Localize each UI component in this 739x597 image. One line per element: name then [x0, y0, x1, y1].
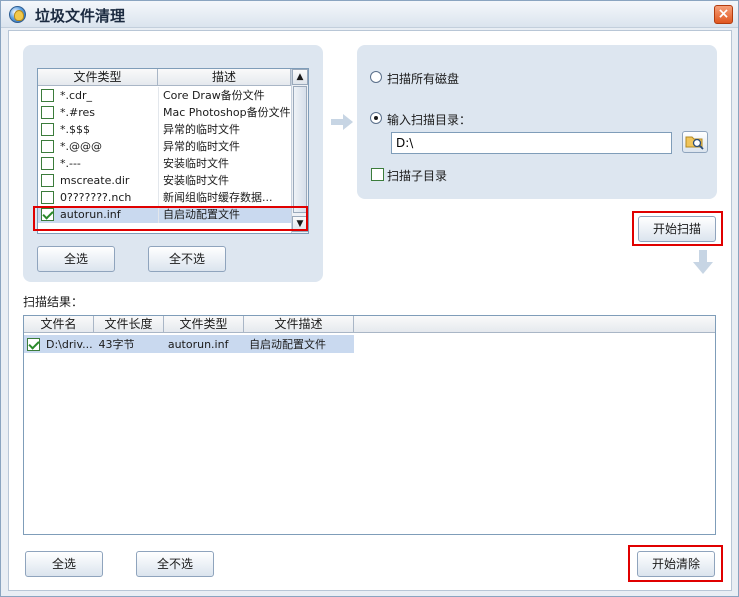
filetype-list-header: 文件类型 描述 [38, 69, 292, 86]
filetype-cell: *.#res [38, 104, 158, 121]
highlight-box-clean-button [628, 545, 723, 582]
column-header-file-type[interactable]: 文件类型 [38, 69, 158, 86]
column-header-file-description[interactable]: 文件描述 [244, 316, 354, 333]
filetype-row[interactable]: mscreate.dir 安装临时文件 [38, 172, 292, 189]
arrow-right-icon [331, 114, 353, 130]
filetype-checkbox[interactable] [41, 106, 54, 119]
scan-results-label: 扫描结果： [23, 295, 84, 309]
filetype-rows: *.cdr_ Core Draw备份文件 *.#res Mac Photoshop备份… [38, 87, 292, 223]
filetype-deselect-all-button[interactable]: 全不选 [148, 246, 226, 272]
filetype-description: Core Draw备份文件 [158, 87, 290, 104]
scroll-thumb[interactable] [293, 86, 307, 213]
filetype-row[interactable]: *.cdr_ Core Draw备份文件 [38, 87, 292, 104]
filetype-checkbox[interactable] [41, 89, 54, 102]
result-row[interactable]: D:\driv... 43字节 autorun.inf 自启动配置文件 [24, 335, 354, 353]
scroll-up-arrow-icon[interactable]: ▲ [292, 69, 308, 85]
result-row-checkbox[interactable] [27, 337, 40, 351]
filetype-checkbox[interactable] [41, 157, 54, 170]
column-header-file-size[interactable]: 文件长度 [94, 316, 164, 333]
filetype-description: 安装临时文件 [158, 172, 290, 189]
include-subdirectories-checkbox[interactable] [371, 168, 384, 181]
filetype-checkbox[interactable] [41, 174, 54, 187]
result-file-type: autorun.inf [167, 337, 229, 351]
scan-results-list[interactable]: 文件名 文件长度 文件类型 文件描述 D:\driv... 43字节 autor… [23, 315, 716, 535]
arrow-down-icon [693, 250, 713, 274]
filetype-extension: *.#res [60, 106, 95, 119]
filetype-cell: *.cdr_ [38, 87, 158, 104]
result-file-name: D:\driv... [46, 337, 93, 351]
filetype-description: 异常的临时文件 [158, 121, 290, 138]
result-file-size: 43字节 [98, 338, 135, 351]
column-header-file-type[interactable]: 文件类型 [164, 316, 244, 333]
results-select-all-button[interactable]: 全选 [25, 551, 103, 577]
filetype-checkbox[interactable] [41, 123, 54, 136]
filetype-extension: mscreate.dir [60, 174, 130, 187]
window-title: 垃圾文件清理 [35, 7, 126, 25]
results-header: 文件名 文件长度 文件类型 文件描述 [24, 316, 715, 333]
filetype-extension: 0???????.nch [60, 191, 132, 204]
filetype-description: 安装临时文件 [158, 155, 290, 172]
browse-folder-button[interactable] [682, 131, 708, 153]
highlight-box-scan-button [632, 211, 723, 246]
filetype-description: 异常的临时文件 [158, 138, 290, 155]
filetype-checkbox[interactable] [41, 140, 54, 153]
filetype-cell: 0???????.nch [38, 189, 158, 206]
filetype-cell: *.@@@ [38, 138, 158, 155]
filetype-extension: *.cdr_ [60, 89, 93, 102]
filetype-cell: mscreate.dir [38, 172, 158, 189]
filetype-cell: *.--- [38, 155, 158, 172]
highlight-box-autorun-row [33, 206, 308, 231]
filetype-row[interactable]: 0???????.nch 新闻组临时缓存数据... [38, 189, 292, 206]
title-bar: 垃圾文件清理 × [1, 1, 738, 28]
filetype-row[interactable]: *.--- 安装临时文件 [38, 155, 292, 172]
filetype-extension: *.--- [60, 157, 81, 170]
filetype-cell: *.$$$ [38, 121, 158, 138]
column-header-description[interactable]: 描述 [158, 69, 291, 86]
filetype-extension: *.@@@ [60, 140, 102, 153]
filetype-description: 新闻组临时缓存数据... [158, 189, 290, 206]
result-file-description: 自启动配置文件 [249, 338, 327, 351]
scan-all-disks-label[interactable]: 扫描所有磁盘 [387, 70, 459, 87]
filetype-row[interactable]: *.#res Mac Photoshop备份文件 [38, 104, 292, 121]
radio-scan-all-disks[interactable] [370, 71, 382, 83]
input-directory-label[interactable]: 输入扫描目录： [387, 111, 471, 128]
filetype-description: Mac Photoshop备份文件 [158, 104, 290, 121]
app-icon [9, 6, 26, 23]
include-subdirectories-label[interactable]: 扫描子目录 [387, 167, 447, 184]
radio-input-directory[interactable] [370, 112, 382, 124]
column-header-file-name[interactable]: 文件名 [24, 316, 94, 333]
folder-search-icon [685, 136, 704, 150]
results-deselect-all-button[interactable]: 全不选 [136, 551, 214, 577]
filetype-extension: *.$$$ [60, 123, 90, 136]
filetype-select-all-button[interactable]: 全选 [37, 246, 115, 272]
filetype-row[interactable]: *.$$$ 异常的临时文件 [38, 121, 292, 138]
filetype-checkbox[interactable] [41, 191, 54, 204]
close-button[interactable]: × [714, 5, 733, 24]
filetype-row[interactable]: *.@@@ 异常的临时文件 [38, 138, 292, 155]
scan-directory-input[interactable] [391, 132, 672, 154]
